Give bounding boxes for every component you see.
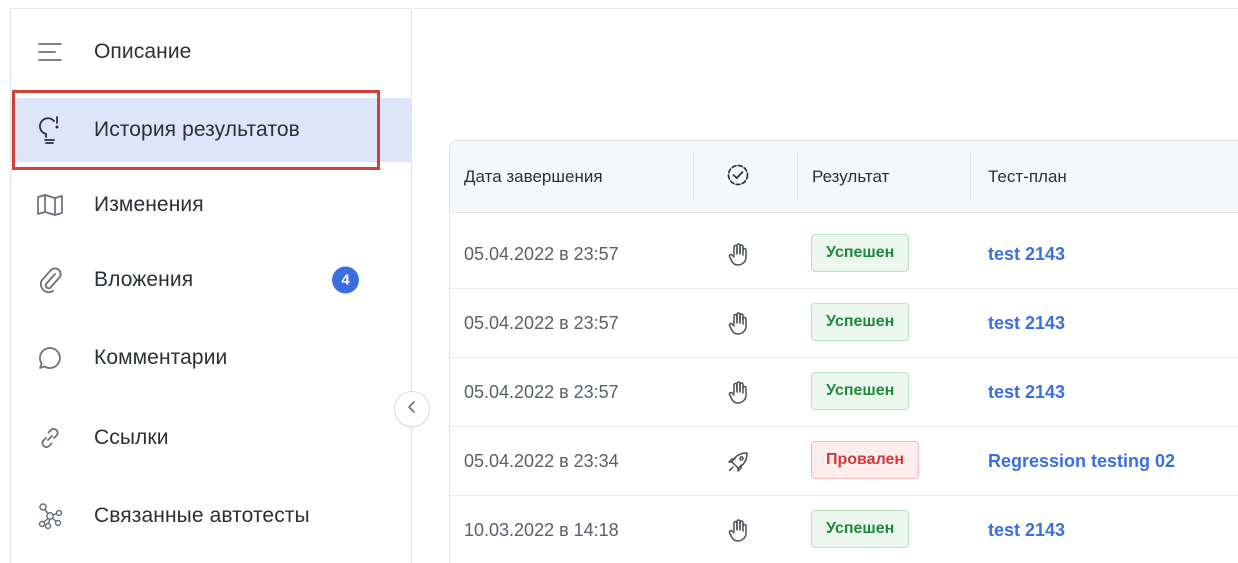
hand-icon: [718, 220, 758, 289]
completion-date: 05.04.2022 в 23:57: [464, 313, 619, 333]
sidebar-item-description[interactable]: Описание: [11, 20, 412, 84]
network-icon: [35, 501, 65, 531]
comment-icon: [35, 343, 65, 373]
table-row[interactable]: 05.04.2022 в 23:57 Успешен test 2143: [450, 358, 1238, 427]
column-header-type[interactable]: [726, 141, 750, 213]
status-badge: Успешен: [811, 510, 910, 548]
column-divider: [693, 152, 694, 200]
sidebar-item-label: Вложения: [94, 268, 194, 291]
table-row[interactable]: 05.04.2022 в 23:34 Провален Regression tes…: [450, 427, 1238, 496]
sidebar-item-label: Изменения: [94, 193, 204, 216]
sidebar-item-label: Связанные автотесты: [94, 504, 310, 527]
sidebar-item-label: Ссылки: [94, 426, 169, 449]
completion-date: 05.04.2022 в 23:57: [464, 382, 619, 402]
test-plan-link[interactable]: test 2143: [988, 496, 1065, 563]
completion-date: 10.03.2022 в 14:18: [464, 520, 619, 540]
column-header-date[interactable]: Дата завершения: [464, 141, 603, 213]
table-row[interactable]: 05.04.2022 в 23:57 Успешен test 2143: [450, 220, 1238, 289]
sidebar-item-links[interactable]: Ссылки: [11, 406, 412, 470]
test-plan-link[interactable]: test 2143: [988, 220, 1065, 289]
main-content: Дата завершения Результат Тест-план 05.0…: [413, 8, 1238, 563]
lightbulb-icon: [35, 115, 65, 145]
status-badge: Успешен: [811, 234, 910, 272]
sidebar-item-changes[interactable]: Изменения: [11, 173, 412, 237]
sidebar-item-label: Описание: [94, 40, 192, 63]
status-badge: Успешен: [811, 303, 910, 341]
test-plan-link[interactable]: test 2143: [988, 289, 1065, 358]
completion-date: 05.04.2022 в 23:57: [464, 244, 619, 264]
sidebar-item-label: Комментарии: [94, 346, 228, 369]
table-header: Дата завершения Результат Тест-план: [450, 141, 1238, 213]
sidebar: Описание История результатов Изменения В…: [10, 8, 412, 563]
attachments-count-badge: 4: [332, 266, 359, 294]
table-row[interactable]: 10.03.2022 в 14:18 Успешен test 2143: [450, 496, 1238, 563]
sidebar-item-results-history[interactable]: История результатов: [11, 98, 412, 162]
hand-icon: [718, 358, 758, 427]
sidebar-item-comments[interactable]: Комментарии: [11, 326, 412, 390]
column-divider: [970, 152, 971, 200]
table-row[interactable]: 05.04.2022 в 23:57 Успешен test 2143: [450, 289, 1238, 358]
sidebar-item-label: История результатов: [94, 118, 300, 141]
status-badge: Успешен: [811, 372, 910, 410]
test-plan-link[interactable]: test 2143: [988, 358, 1065, 427]
paperclip-icon: [35, 265, 65, 295]
hand-icon: [718, 289, 758, 358]
column-header-test-plan[interactable]: Тест-план: [988, 141, 1067, 213]
column-header-result[interactable]: Результат: [812, 141, 889, 213]
completion-date: 05.04.2022 в 23:34: [464, 451, 619, 471]
column-divider: [797, 152, 798, 200]
link-icon: [35, 423, 65, 453]
hand-icon: [718, 496, 758, 563]
check-circle-dashed-icon: [726, 163, 750, 192]
status-badge: Провален: [811, 441, 920, 479]
map-icon: [35, 190, 65, 220]
results-history-table: Дата завершения Результат Тест-план 05.0…: [449, 140, 1238, 563]
test-plan-link[interactable]: Regression testing 02: [988, 427, 1175, 496]
rocket-icon: [718, 427, 758, 496]
sidebar-item-linked-autotests[interactable]: Связанные автотесты: [11, 484, 412, 548]
sidebar-item-attachments[interactable]: Вложения 4: [11, 248, 412, 312]
menu-lines-icon: [35, 37, 65, 67]
